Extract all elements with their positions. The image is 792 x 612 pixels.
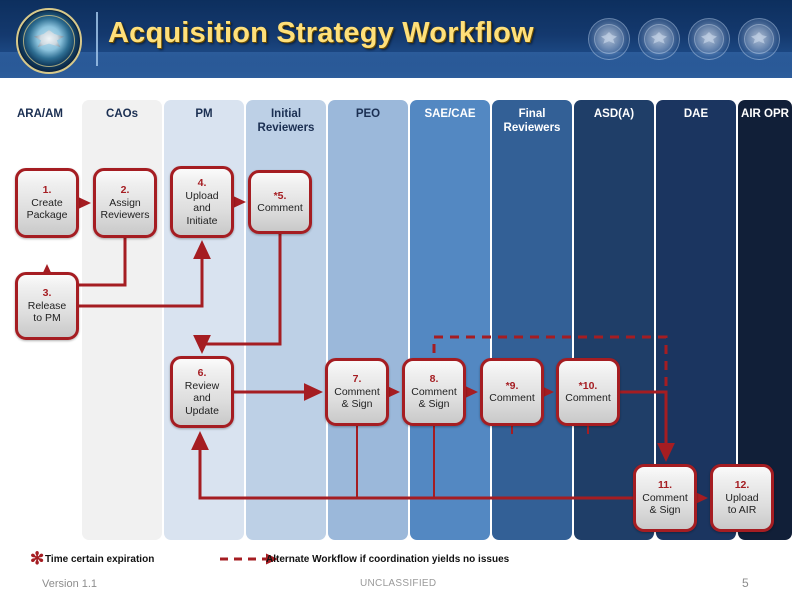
wire-3-to-4 bbox=[79, 240, 211, 308]
workflow-step-2[interactable]: 2. Assign Reviewers bbox=[93, 168, 157, 238]
step-number: 2. bbox=[120, 184, 130, 197]
workflow-step-7[interactable]: 7. Comment & Sign bbox=[325, 358, 389, 426]
step-number: *5. bbox=[273, 189, 287, 202]
step-label-line: Comment bbox=[334, 385, 380, 398]
workflow-step-4[interactable]: 4. Upload and Initiate bbox=[170, 166, 234, 238]
step-label-line: Assign bbox=[109, 196, 141, 209]
step-label-line: & Sign bbox=[649, 504, 681, 517]
step-label-line: Initiate bbox=[186, 214, 218, 227]
step-number: 7. bbox=[352, 373, 362, 386]
step-label-line: Package bbox=[26, 209, 68, 222]
step-label-line: Comment bbox=[489, 392, 535, 404]
step-label-line: Upload bbox=[185, 189, 219, 202]
workflow-step-11[interactable]: 11. Comment & Sign bbox=[633, 464, 697, 532]
wire-10-to-11 bbox=[620, 390, 675, 462]
step-label-line: & Sign bbox=[418, 398, 450, 411]
step-label-line: & Sign bbox=[341, 398, 373, 411]
step-label-line: Comment bbox=[565, 392, 611, 404]
workflow-step-9[interactable]: *9. Comment bbox=[480, 358, 544, 426]
workflow-step-12[interactable]: 12. Upload to AIR bbox=[710, 464, 774, 532]
step-label-line: Review bbox=[184, 379, 220, 392]
step-number: 6. bbox=[197, 367, 207, 379]
step-label-line: to PM bbox=[33, 312, 61, 325]
wire-alternate-workflow bbox=[432, 335, 668, 392]
step-number: 3. bbox=[42, 287, 52, 300]
step-label-line: Comment bbox=[411, 385, 457, 398]
step-number: 12. bbox=[734, 479, 750, 492]
wire-return-to-6 bbox=[191, 431, 633, 500]
step-label-line: and bbox=[193, 202, 211, 214]
workflow-step-1[interactable]: 1. Create Package bbox=[15, 168, 79, 238]
step-label-line: Comment bbox=[642, 491, 688, 504]
wire-5-to-6 bbox=[193, 234, 282, 354]
step-label-line: Create bbox=[31, 196, 63, 209]
step-number: 4. bbox=[197, 177, 207, 189]
step-number: 8. bbox=[429, 373, 439, 386]
step-number: 11. bbox=[657, 479, 673, 492]
step-label-line: Release bbox=[27, 299, 67, 312]
workflow-step-8[interactable]: 8. Comment & Sign bbox=[402, 358, 466, 426]
workflow-step-10[interactable]: *10. Comment bbox=[556, 358, 620, 426]
step-number: 1. bbox=[42, 184, 52, 197]
step-label-line: to AIR bbox=[727, 504, 757, 517]
workflow-step-6[interactable]: 6. Review and Update bbox=[170, 356, 234, 428]
step-label-line: and bbox=[193, 392, 211, 404]
step-label-line: Reviewers bbox=[100, 209, 150, 222]
step-label-line: Upload bbox=[725, 491, 759, 504]
slide-canvas: Acquisition Strategy Workflow ARA/AM CAOs… bbox=[0, 0, 792, 612]
workflow-step-5[interactable]: *5. Comment bbox=[248, 170, 312, 234]
step-label-line: Comment bbox=[257, 202, 303, 214]
step-label-line: Update bbox=[185, 404, 219, 417]
step-number: *9. bbox=[505, 379, 519, 392]
step-number: *10. bbox=[578, 379, 598, 392]
workflow-step-3[interactable]: 3. Release to PM bbox=[15, 272, 79, 340]
